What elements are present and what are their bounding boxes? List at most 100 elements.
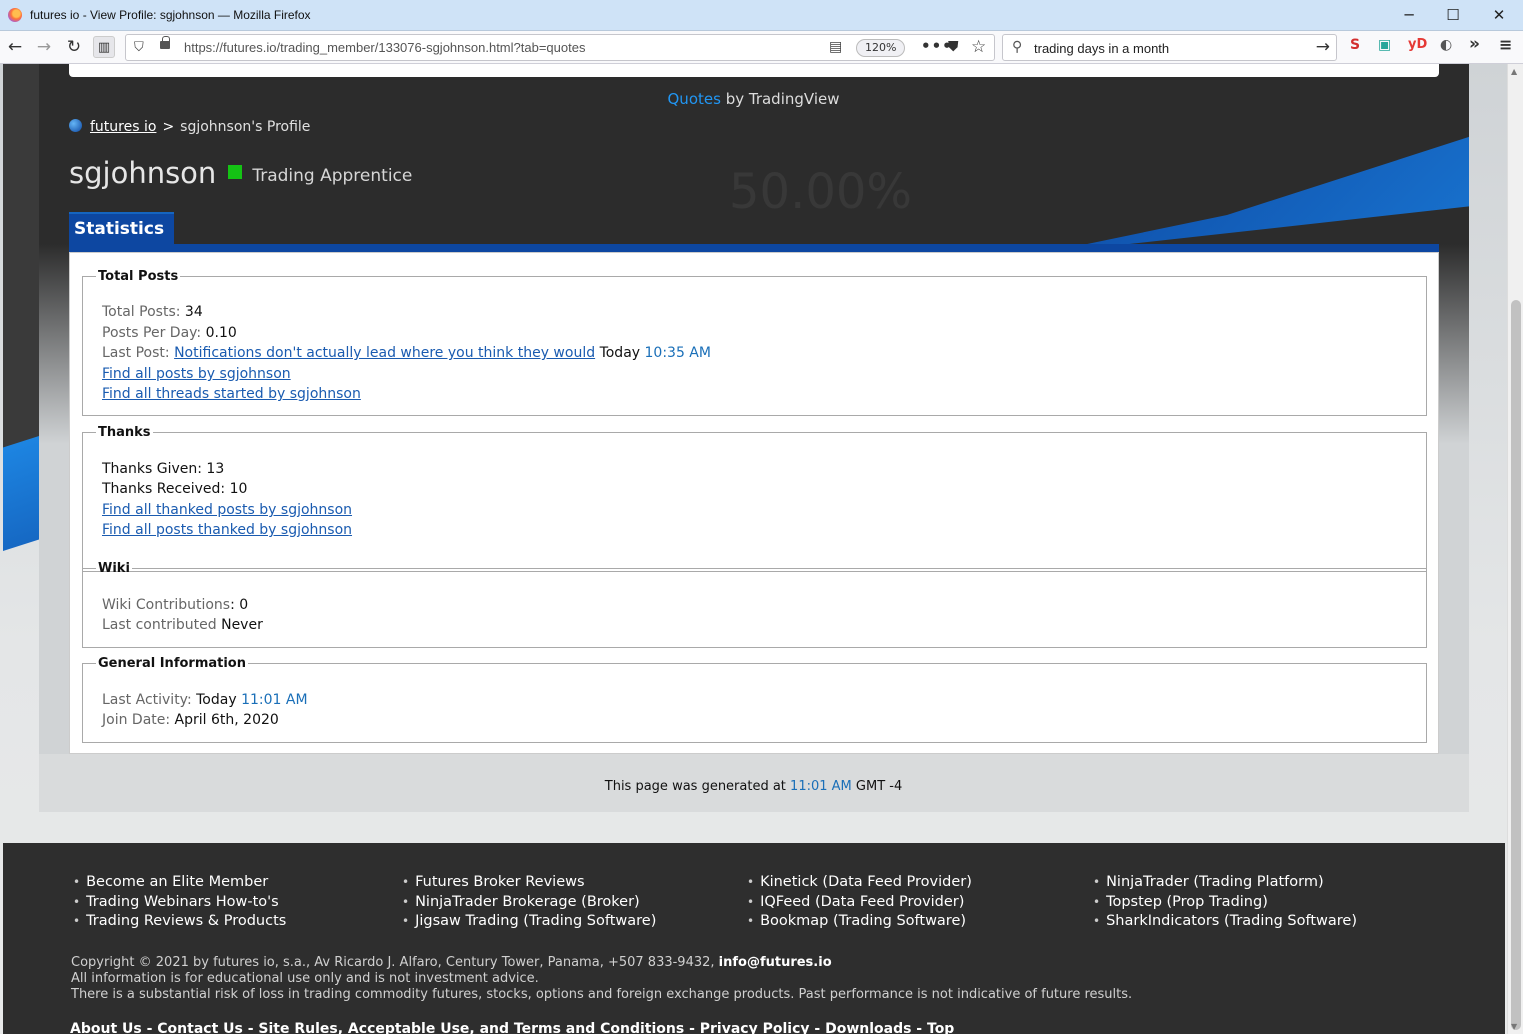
total-posts-legend: Total Posts — [98, 269, 179, 284]
posts-per-day-label: Posts Per Day: — [102, 325, 202, 341]
globe-icon — [69, 119, 82, 132]
quotes-suffix: by TradingView — [720, 90, 840, 108]
extension-s-icon[interactable]: S — [1350, 37, 1360, 53]
navigation-toolbar: ← → ↻ ▥ ⛉ https://futures.io/trading_mem… — [0, 31, 1523, 64]
site-footer: Become an Elite Member Trading Webinars … — [3, 843, 1505, 1034]
last-post-time: 10:35 AM — [644, 345, 711, 361]
lock-icon[interactable] — [160, 36, 170, 49]
footer-link[interactable]: SharkIndicators (Trading Software) — [1093, 912, 1357, 932]
footer-column-2: Futures Broker Reviews NinjaTrader Broke… — [402, 873, 656, 932]
contact-us-link[interactable]: Contact Us — [157, 1021, 243, 1034]
breadcrumb-separator: > — [162, 119, 175, 135]
vertical-scrollbar[interactable]: ▲ ▼ — [1507, 64, 1523, 1034]
back-arrow-icon[interactable]: ← — [4, 36, 26, 58]
forward-arrow-icon[interactable]: → — [33, 36, 55, 58]
posts-per-day-row: Posts Per Day: 0.10 — [102, 325, 237, 341]
blue-diagonal-decoration — [1039, 124, 1469, 254]
profile-header: sgjohnson Trading Apprentice — [69, 156, 412, 190]
page-viewport: 50.00% Quotes by TradingView futures io >… — [0, 64, 1507, 1034]
total-posts-section: Total Posts Total Posts: 34 Posts Per Da… — [82, 269, 1427, 416]
breadcrumb-home-link[interactable]: futures io — [90, 119, 156, 135]
posts-per-day-value: 0.10 — [205, 325, 237, 341]
footer-link[interactable]: Become an Elite Member — [73, 873, 286, 893]
footer-link[interactable]: Bookmap (Trading Software) — [747, 912, 972, 932]
quotes-attribution: Quotes by TradingView — [0, 90, 1507, 108]
reader-view-icon[interactable]: ▤ — [829, 39, 842, 55]
tab-underline-bar — [69, 244, 1439, 252]
background-watermark: 50.00% — [729, 164, 913, 220]
scroll-down-arrow-icon[interactable]: ▼ — [1511, 1022, 1517, 1031]
thanks-legend: Thanks — [98, 425, 151, 440]
top-link[interactable]: Top — [927, 1021, 954, 1034]
privacy-policy-link[interactable]: Privacy Policy — [700, 1021, 810, 1034]
pocket-icon[interactable]: ⛊ — [948, 39, 959, 55]
wiki-contributions-label: Wiki Contributions — [102, 597, 231, 613]
hamburger-menu-icon[interactable]: ≡ — [1499, 35, 1512, 54]
url-text[interactable]: https://futures.io/trading_member/133076… — [184, 40, 585, 55]
thanks-received: Thanks Received: 10 — [102, 481, 248, 497]
footer-column-1: Become an Elite Member Trading Webinars … — [73, 873, 286, 932]
tab-statistics[interactable]: Statistics — [69, 212, 175, 244]
search-go-arrow-icon[interactable]: → — [1316, 37, 1330, 57]
address-bar[interactable]: ⛉ https://futures.io/trading_member/1330… — [125, 34, 995, 61]
scroll-up-arrow-icon[interactable]: ▲ — [1511, 67, 1517, 76]
footer-link[interactable]: Jigsaw Trading (Trading Software) — [402, 912, 656, 932]
contact-email-link[interactable]: info@futures.io — [719, 955, 832, 970]
thanks-given: Thanks Given: 13 — [102, 461, 225, 477]
wiki-last-label: Last contributed — [102, 617, 217, 633]
wiki-last-contributed-row: Last contributed Never — [102, 617, 263, 633]
downloads-link[interactable]: Downloads — [825, 1021, 911, 1034]
overflow-menu-icon[interactable]: » — [1469, 34, 1480, 54]
footer-link[interactable]: Kinetick (Data Feed Provider) — [747, 873, 972, 893]
footer-link[interactable]: Futures Broker Reviews — [402, 873, 656, 893]
find-posts-thanked-link[interactable]: Find all posts thanked by sgjohnson — [102, 522, 352, 538]
footer-link[interactable]: NinjaTrader Brokerage (Broker) — [402, 893, 656, 913]
firefox-logo-icon — [8, 8, 22, 22]
find-thanked-posts-link[interactable]: Find all thanked posts by sgjohnson — [102, 502, 352, 518]
wiki-legend: Wiki — [98, 561, 130, 576]
footer-legal: Copyright © 2021 by futures io, s.a., Av… — [71, 955, 1132, 1003]
total-posts-row: Total Posts: 34 — [102, 304, 203, 320]
sidebar-toggle-icon[interactable]: ▥ — [93, 36, 115, 58]
last-post-link[interactable]: Notifications don't actually lead where … — [174, 345, 595, 361]
disclaimer-line-2: There is a substantial risk of loss in t… — [71, 987, 1133, 1002]
quotes-link[interactable]: Quotes — [668, 90, 721, 108]
online-status-indicator — [228, 165, 243, 179]
wiki-last-value: Never — [221, 617, 263, 633]
site-rules-link[interactable]: Site Rules, Acceptable Use, and Terms an… — [258, 1021, 684, 1034]
search-bar[interactable]: ⚲ trading days in a month → — [1002, 34, 1337, 61]
bookmark-star-icon[interactable]: ☆ — [971, 37, 986, 57]
search-input[interactable]: trading days in a month — [1034, 41, 1169, 56]
window-title: futures io - View Profile: sgjohnson — M… — [30, 8, 311, 22]
close-window-button[interactable]: ✕ — [1476, 0, 1522, 31]
minimize-button[interactable]: ─ — [1386, 0, 1432, 31]
footer-link[interactable]: NinjaTrader (Trading Platform) — [1093, 873, 1357, 893]
tracking-shield-icon[interactable]: ⛉ — [134, 40, 144, 55]
generated-prefix: This page was generated at — [604, 779, 791, 794]
find-thanked-row: Find all thanked posts by sgjohnson — [102, 502, 352, 518]
maximize-button[interactable]: ☐ — [1430, 0, 1476, 31]
window-titlebar: futures io - View Profile: sgjohnson — M… — [0, 0, 1523, 31]
zoom-level-badge[interactable]: 120% — [856, 39, 906, 57]
find-posts-row: Find all posts by sgjohnson — [102, 366, 291, 382]
last-activity-day: Today — [196, 692, 237, 708]
about-us-link[interactable]: About Us — [70, 1021, 142, 1034]
scrollbar-thumb[interactable] — [1511, 300, 1521, 1030]
disclaimer-line-1: All information is for educational use o… — [71, 971, 539, 986]
extension-save-icon[interactable]: ▣ — [1378, 37, 1391, 53]
general-information-legend: General Information — [98, 656, 246, 671]
footer-link[interactable]: Trading Webinars How-to's — [73, 893, 286, 913]
wiki-contributions-row: Wiki Contributions: 0 — [102, 597, 248, 613]
footer-link[interactable]: Trading Reviews & Products — [73, 912, 286, 932]
extension-yd-icon[interactable]: yD — [1408, 37, 1427, 52]
extension-badge-icon[interactable]: ◐ — [1440, 37, 1452, 53]
find-all-threads-link[interactable]: Find all threads started by sgjohnson — [102, 386, 361, 402]
footer-link[interactable]: Topstep (Prop Trading) — [1093, 893, 1357, 913]
footer-link[interactable]: IQFeed (Data Feed Provider) — [747, 893, 972, 913]
find-all-posts-link[interactable]: Find all posts by sgjohnson — [102, 366, 291, 382]
reload-icon[interactable]: ↻ — [63, 36, 85, 58]
wiki-contributions-value: : 0 — [230, 597, 249, 613]
footer-column-4: NinjaTrader (Trading Platform) Topstep (… — [1093, 873, 1357, 932]
ticker-card-edge — [69, 64, 1439, 77]
copyright-line: Copyright © 2021 by futures io, s.a., Av… — [71, 955, 1132, 971]
